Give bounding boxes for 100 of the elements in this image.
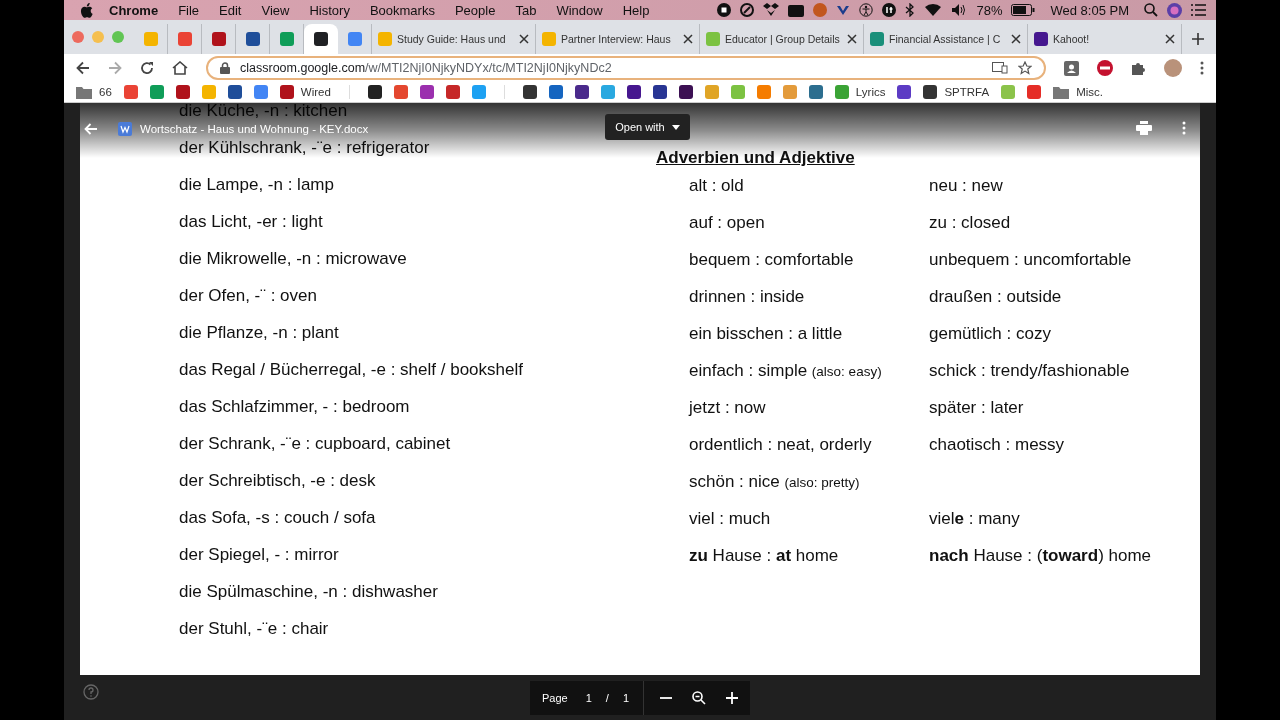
menu-item[interactable]: Edit bbox=[219, 2, 242, 18]
menu-item[interactable]: Help bbox=[622, 2, 650, 18]
close-icon[interactable] bbox=[519, 34, 529, 44]
menu-item[interactable]: Bookmarks bbox=[369, 2, 435, 18]
badge-icon[interactable] bbox=[882, 3, 897, 17]
volume-icon[interactable] bbox=[951, 3, 968, 17]
print-icon[interactable] bbox=[1136, 121, 1152, 135]
menu-item[interactable]: View bbox=[261, 2, 290, 18]
vocabulary-entry: der Spiegel, - : mirror bbox=[179, 546, 339, 564]
menu-item[interactable]: People bbox=[454, 2, 496, 18]
page-label: Page bbox=[542, 691, 568, 704]
open-with-button[interactable]: Open with bbox=[605, 114, 690, 140]
bookmark-icon[interactable] bbox=[574, 85, 589, 99]
zoom-in-icon[interactable] bbox=[726, 691, 738, 704]
bookmark[interactable]: Lyrics bbox=[834, 85, 886, 99]
file-name: Wortschatz - Haus und Wohnung - KEY.docx bbox=[140, 123, 369, 135]
star-icon[interactable] bbox=[1018, 61, 1032, 75]
bookmark-icon[interactable] bbox=[175, 85, 190, 99]
new-tab-icon[interactable] bbox=[1192, 33, 1204, 45]
more-icon[interactable] bbox=[1200, 61, 1204, 75]
document-icon bbox=[118, 122, 132, 136]
zoom-search-icon[interactable] bbox=[692, 690, 706, 705]
caret-icon bbox=[671, 124, 680, 130]
apple-icon[interactable] bbox=[80, 2, 93, 18]
bookmark-icon[interactable] bbox=[227, 85, 242, 99]
help-icon[interactable] bbox=[83, 684, 99, 700]
vocabulary-entry: die Küche, -n : kitchen bbox=[179, 103, 348, 120]
vocabulary-entry: der Kühlschrank, -¨e : refrigerator bbox=[179, 139, 430, 157]
bookmark-icon[interactable] bbox=[897, 85, 912, 99]
menu-item[interactable]: History bbox=[309, 2, 350, 18]
more-icon[interactable] bbox=[1182, 121, 1186, 135]
menu-item[interactable]: File bbox=[178, 2, 200, 18]
bookmark-folder[interactable]: 66 bbox=[76, 85, 112, 99]
box-icon[interactable] bbox=[763, 3, 780, 17]
vocabulary-entry: auf : open bbox=[689, 214, 765, 232]
bookmark[interactable]: Wired bbox=[279, 85, 331, 99]
bluetooth-icon[interactable] bbox=[905, 3, 916, 17]
vocabulary-entry: einfach : simple (also: easy) bbox=[689, 362, 882, 380]
close-icon[interactable] bbox=[847, 34, 857, 44]
cast-icon[interactable] bbox=[992, 62, 1008, 74]
puzzle-icon[interactable] bbox=[1131, 60, 1146, 76]
app-menu[interactable]: Chrome bbox=[109, 2, 159, 18]
lock-icon bbox=[220, 62, 230, 74]
vocabulary-entry: unbequem : uncomfortable bbox=[929, 251, 1132, 269]
vocabulary-entry: ordentlich : neat, orderly bbox=[689, 436, 872, 454]
pinned-tab[interactable] bbox=[304, 24, 338, 54]
bookmark-icon[interactable] bbox=[522, 85, 537, 99]
bookmark-icon[interactable] bbox=[626, 85, 641, 99]
home-icon[interactable] bbox=[172, 61, 188, 75]
wifi-icon[interactable] bbox=[924, 3, 943, 17]
search-icon[interactable] bbox=[1144, 3, 1158, 17]
circle-icon[interactable] bbox=[740, 3, 755, 17]
vocabulary-entry: die Lampe, -n : lamp bbox=[179, 176, 334, 194]
page-number[interactable]: 1 bbox=[585, 691, 592, 704]
page-separator: / bbox=[605, 691, 609, 704]
accessibility-icon[interactable] bbox=[859, 3, 874, 17]
bookmark-folder[interactable]: Misc. bbox=[1053, 85, 1103, 99]
vocabulary-entry: chaotisch : messy bbox=[929, 436, 1065, 454]
vocabulary-entry: das Regal / Bücherregal, -e : shelf / bookshelf bbox=[179, 361, 523, 379]
vocabulary-entry: die Mikrowelle, -n : microwave bbox=[179, 250, 407, 268]
favicon bbox=[923, 85, 938, 99]
clock[interactable]: Wed 8:05 PM bbox=[1050, 2, 1129, 18]
bookmark-icon[interactable] bbox=[678, 85, 693, 99]
close-icon[interactable] bbox=[1011, 34, 1021, 44]
shield-icon[interactable] bbox=[836, 3, 851, 17]
vocabulary-entry: bequem : comfortable bbox=[689, 251, 854, 269]
contact-icon[interactable] bbox=[1064, 60, 1079, 76]
back-icon[interactable] bbox=[76, 61, 90, 75]
bookmark-icon[interactable] bbox=[652, 85, 667, 99]
siri-icon[interactable] bbox=[1167, 2, 1182, 18]
section-heading: Adverbien und Adjektive bbox=[656, 147, 856, 169]
vocabulary-entry: der Ofen, -¨ : oven bbox=[179, 287, 317, 305]
address-bar[interactable]: classroom.google.com/w/MTI2NjI0NjkyNDYx/tc/MTI2NjI0NjkyNDc2 bbox=[206, 56, 1046, 80]
menu-item[interactable]: Tab bbox=[515, 2, 537, 18]
bookmark-icon[interactable] bbox=[367, 85, 382, 99]
vocabulary-entry: schön : nice (also: pretty) bbox=[689, 473, 860, 491]
folder-icon bbox=[1053, 85, 1070, 99]
close-icon[interactable] bbox=[683, 34, 693, 44]
menu-item[interactable]: Window bbox=[556, 2, 603, 18]
vocabulary-entry: nach Hause : (toward) home bbox=[929, 547, 1152, 565]
reload-icon[interactable] bbox=[140, 61, 154, 75]
vocabulary-entry: alt : old bbox=[689, 177, 744, 195]
favicon bbox=[279, 85, 294, 99]
vocabulary-entry: jetzt : now bbox=[689, 399, 766, 417]
vocabulary-entry: viele : many bbox=[929, 510, 1020, 528]
vocabulary-entry: die Pflanze, -n : plant bbox=[179, 324, 339, 342]
battery-icon[interactable] bbox=[1011, 4, 1036, 16]
close-icon[interactable] bbox=[1165, 34, 1175, 44]
list-icon[interactable] bbox=[1191, 4, 1206, 16]
battery-percentage: 78% bbox=[976, 2, 1003, 18]
vocabulary-entry: der Schrank, -¨e : cupboard, cabinet bbox=[179, 435, 451, 453]
bookmark[interactable]: SPTRFA bbox=[923, 85, 990, 99]
bookmark-icon[interactable] bbox=[419, 85, 434, 99]
stop-icon[interactable] bbox=[717, 3, 732, 17]
avatar[interactable] bbox=[1164, 59, 1182, 77]
vocabulary-entry: später : later bbox=[929, 399, 1024, 417]
folder-icon[interactable] bbox=[788, 3, 805, 17]
vocabulary-entry: schick : trendy/fashionable bbox=[929, 362, 1130, 380]
extension-icon[interactable] bbox=[1097, 60, 1113, 76]
vocabulary-entry: draußen : outside bbox=[929, 288, 1062, 306]
